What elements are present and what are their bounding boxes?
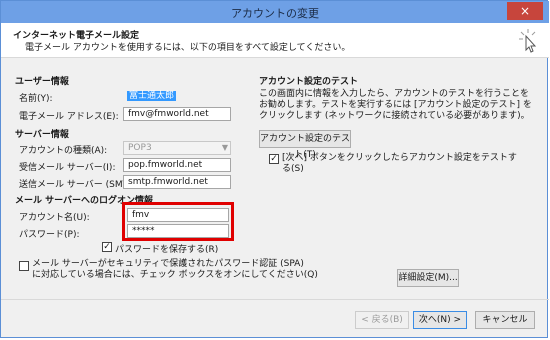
remember-password-checkbox[interactable]: ✓: [102, 242, 112, 252]
outgoing-server-field[interactable]: smtp.fmworld.net: [123, 175, 231, 189]
account-change-dialog: アカウントの変更 × インターネット電子メール設定 電子メール アカウントを使用…: [0, 0, 549, 338]
test-description: この画面内に情報を入力したら、アカウントのテストを行うことを お勧めします。テス…: [259, 89, 532, 122]
spa-label-line1: メール サーバーがセキュリティで保護されたパスワード認証 (SPA): [32, 259, 304, 269]
name-label: 名前(Y):: [19, 94, 53, 104]
test-section-heading: アカウント設定のテスト: [259, 77, 359, 87]
next-button[interactable]: 次へ(N) >: [413, 311, 467, 329]
account-name-label: アカウント名(U):: [19, 213, 90, 223]
server-info-heading: サーバー情報: [15, 130, 69, 140]
spa-label-line2: に対応している場合には、チェック ボックスをオンにしてください(Q): [32, 270, 318, 280]
spa-label[interactable]: メール サーバーがセキュリティで保護されたパスワード認証 (SPA) に対応して…: [32, 259, 318, 281]
cursor-click-icon: [519, 29, 537, 53]
more-settings-button[interactable]: 詳細設定(M)...: [397, 269, 459, 287]
dialog-header: インターネット電子メール設定 電子メール アカウントを使用するには、以下の項目を…: [1, 23, 549, 58]
back-button[interactable]: < 戻る(B): [355, 311, 409, 329]
name-value: 富士通太郎: [127, 91, 177, 101]
close-button[interactable]: ×: [507, 2, 543, 20]
incoming-server-label: 受信メール サーバー(I):: [19, 163, 116, 173]
name-field[interactable]: 富士通太郎: [127, 90, 177, 104]
test-on-next-label[interactable]: [次へ] ボタンをクリックしたらアカウント設定をテストす る(S): [282, 153, 517, 175]
remember-password-label[interactable]: パスワードを保存する(R): [115, 242, 218, 255]
account-type-value: POP3: [128, 143, 152, 153]
account-type-select[interactable]: POP3 ▼: [123, 141, 231, 155]
spa-checkbox[interactable]: [19, 261, 29, 271]
user-info-heading: ユーザー情報: [15, 77, 69, 87]
title-bar[interactable]: アカウントの変更 ×: [1, 1, 549, 23]
chevron-down-icon: ▼: [221, 143, 228, 152]
account-type-label: アカウントの種類(A):: [19, 146, 108, 156]
cancel-button[interactable]: キャンセル: [475, 311, 535, 329]
email-label: 電子メール アドレス(E):: [19, 112, 119, 122]
test-on-next-label-line2: る(S): [282, 164, 304, 174]
test-description-line2: お勧めします。テストを実行するには [アカウント設定のテスト] を: [259, 100, 532, 110]
test-on-next-label-line1: [次へ] ボタンをクリックしたらアカウント設定をテストす: [282, 153, 517, 163]
test-account-button[interactable]: アカウント設定のテスト(T): [259, 130, 351, 160]
password-label: パスワード(P):: [19, 230, 80, 240]
incoming-server-field[interactable]: pop.fmworld.net: [123, 158, 231, 172]
test-description-line1: この画面内に情報を入力したら、アカウントのテストを行うことを: [259, 89, 530, 99]
header-subtitle: 電子メール アカウントを使用するには、以下の項目をすべて設定してください。: [25, 43, 351, 53]
email-field[interactable]: fmv@fmworld.net: [123, 107, 231, 121]
annotation-highlight-box: [122, 202, 234, 241]
test-on-next-checkbox[interactable]: ✓: [269, 154, 279, 164]
test-description-line3: クリックします (ネットワークに接続されている必要があります)。: [259, 111, 530, 121]
window-title: アカウントの変更: [231, 7, 319, 20]
footer-separator: [1, 299, 549, 300]
